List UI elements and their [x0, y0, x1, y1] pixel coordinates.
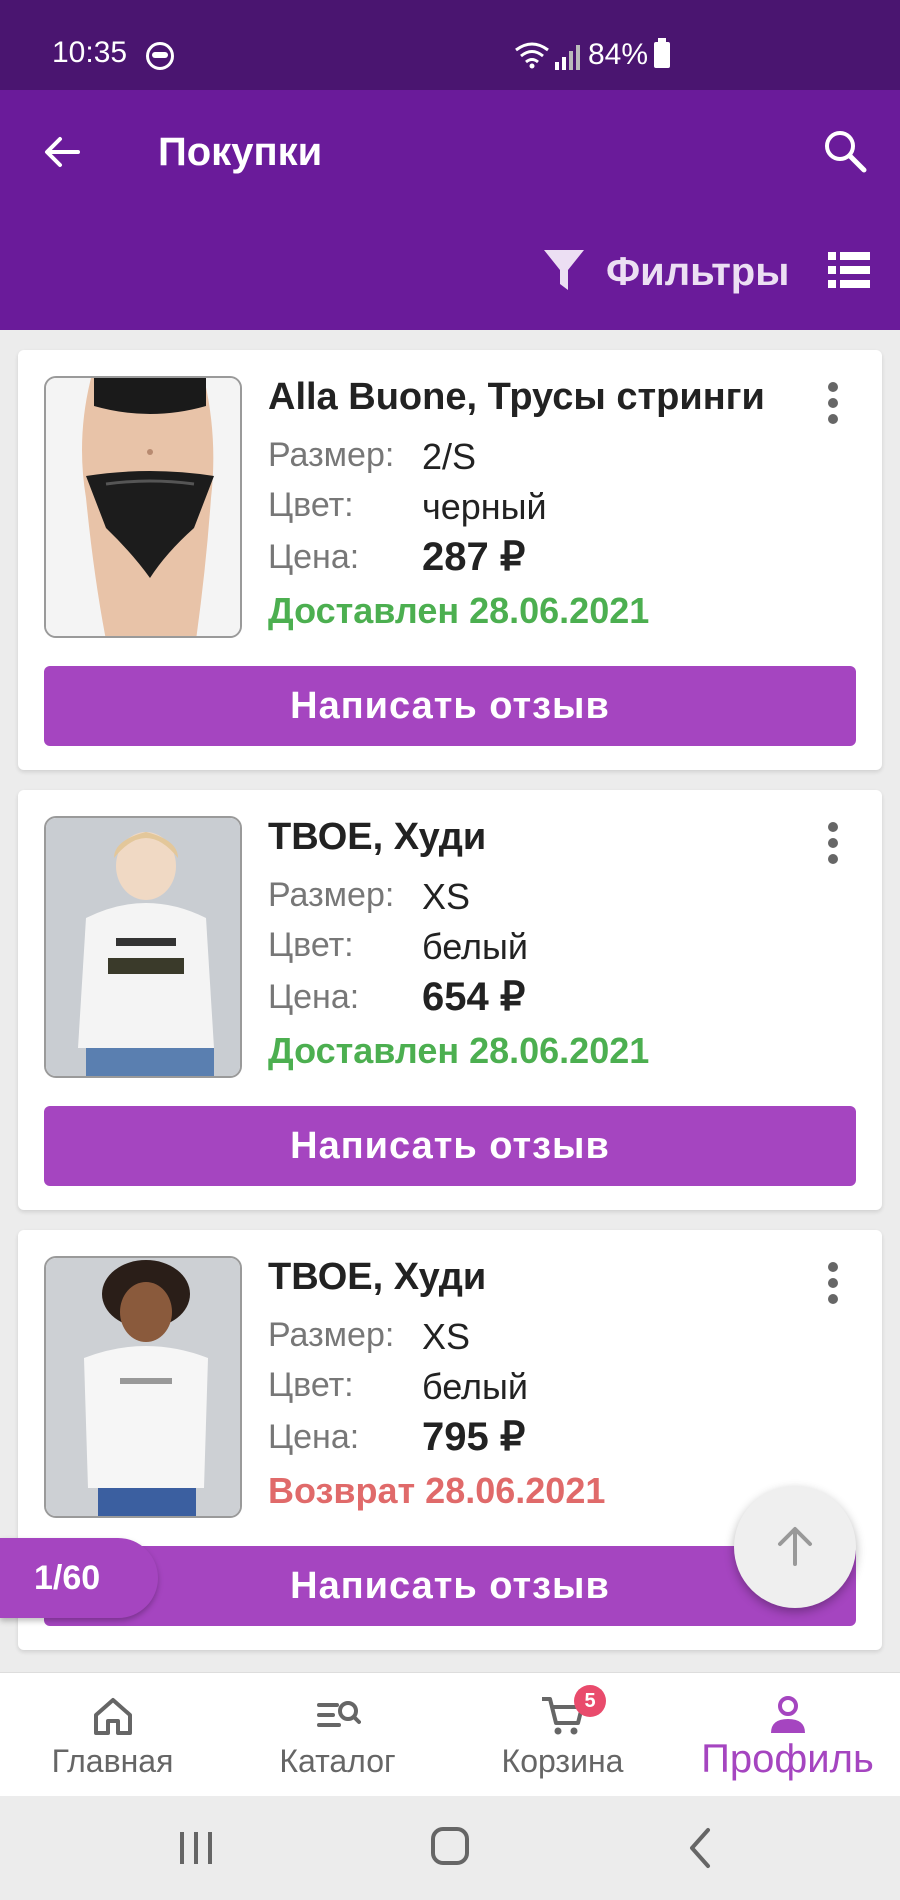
- catalog-search-icon: [316, 1701, 361, 1727]
- system-back-icon[interactable]: [686, 1826, 714, 1870]
- product-image[interactable]: [44, 1256, 242, 1518]
- nav-label: Корзина: [501, 1743, 624, 1779]
- status-time: 10:35: [52, 36, 128, 69]
- price-label: Цена:: [268, 1418, 360, 1456]
- app-bar: Покупки Фильтры: [0, 90, 900, 330]
- more-options-icon[interactable]: [820, 820, 846, 866]
- price-label: Цена:: [268, 978, 360, 1016]
- size-value: XS: [422, 1316, 471, 1357]
- nav-label: Каталог: [279, 1743, 396, 1779]
- nav-label: Главная: [51, 1743, 174, 1779]
- page-title: Покупки: [158, 130, 323, 174]
- price-value: 287 ₽: [422, 535, 526, 579]
- cart-count-badge: 5: [574, 1685, 606, 1717]
- write-review-button[interactable]: Написать отзыв: [44, 1106, 856, 1186]
- product-image[interactable]: [44, 376, 242, 638]
- price-value: 795 ₽: [422, 1415, 526, 1459]
- battery-icon: [654, 38, 670, 68]
- list-view-icon[interactable]: [828, 252, 870, 288]
- notification-app-icon: [146, 42, 174, 70]
- color-label: Цвет:: [268, 926, 354, 964]
- size-value: 2/S: [422, 436, 477, 477]
- bottom-navigation: Главная Каталог Корзина 5 Профиль: [0, 1672, 900, 1796]
- home-button-icon[interactable]: [430, 1826, 470, 1866]
- product-image[interactable]: [44, 816, 242, 1078]
- size-label: Размер:: [268, 1316, 395, 1354]
- scroll-to-top-button[interactable]: [734, 1486, 856, 1608]
- status-bar: 10:35 84%: [0, 0, 900, 90]
- order-card[interactable]: Alla Buone, Трусы стринги Размер: 2/S Цв…: [18, 350, 882, 770]
- home-icon: [93, 1698, 132, 1735]
- order-status: Доставлен 28.06.2021: [268, 590, 650, 631]
- color-value: белый: [422, 1366, 529, 1407]
- price-value: 654 ₽: [422, 975, 526, 1019]
- battery-percent: 84%: [588, 38, 649, 71]
- page-counter-badge: 1/60: [0, 1538, 158, 1618]
- arrow-up-icon: [778, 1527, 812, 1566]
- more-options-icon[interactable]: [820, 380, 846, 426]
- size-label: Размер:: [268, 436, 395, 474]
- color-label: Цвет:: [268, 1366, 354, 1404]
- filter-icon[interactable]: [542, 248, 586, 292]
- order-card[interactable]: ТВОЕ, Худи Размер: XS Цвет: белый Цена: …: [18, 790, 882, 1210]
- more-options-icon[interactable]: [820, 1260, 846, 1306]
- profile-icon: [770, 1696, 805, 1733]
- nav-item-profile[interactable]: Профиль: [675, 1673, 900, 1797]
- price-label: Цена:: [268, 538, 360, 576]
- wifi-icon: [515, 42, 549, 69]
- color-value: белый: [422, 926, 529, 967]
- order-status: Возврат 28.06.2021: [268, 1470, 606, 1511]
- write-review-button[interactable]: Написать отзыв: [44, 666, 856, 746]
- signal-icon: [555, 45, 580, 70]
- size-label: Размер:: [268, 876, 395, 914]
- recent-apps-icon[interactable]: [176, 1830, 216, 1866]
- system-navigation-bar: [0, 1796, 900, 1900]
- order-status: Доставлен 28.06.2021: [268, 1030, 650, 1071]
- nav-item-catalog[interactable]: Каталог: [225, 1673, 450, 1797]
- nav-label: Профиль: [701, 1737, 874, 1781]
- search-icon[interactable]: [822, 128, 868, 174]
- color-value: черный: [422, 486, 547, 527]
- back-arrow-icon[interactable]: [40, 130, 84, 174]
- size-value: XS: [422, 876, 471, 917]
- color-label: Цвет:: [268, 486, 354, 524]
- product-title[interactable]: Alla Buone, Трусы стринги: [268, 376, 765, 419]
- product-title[interactable]: ТВОЕ, Худи: [268, 816, 486, 859]
- filters-button[interactable]: Фильтры: [606, 250, 789, 295]
- nav-item-home[interactable]: Главная: [0, 1673, 225, 1797]
- product-title[interactable]: ТВОЕ, Худи: [268, 1256, 486, 1299]
- nav-item-cart[interactable]: Корзина: [450, 1673, 675, 1797]
